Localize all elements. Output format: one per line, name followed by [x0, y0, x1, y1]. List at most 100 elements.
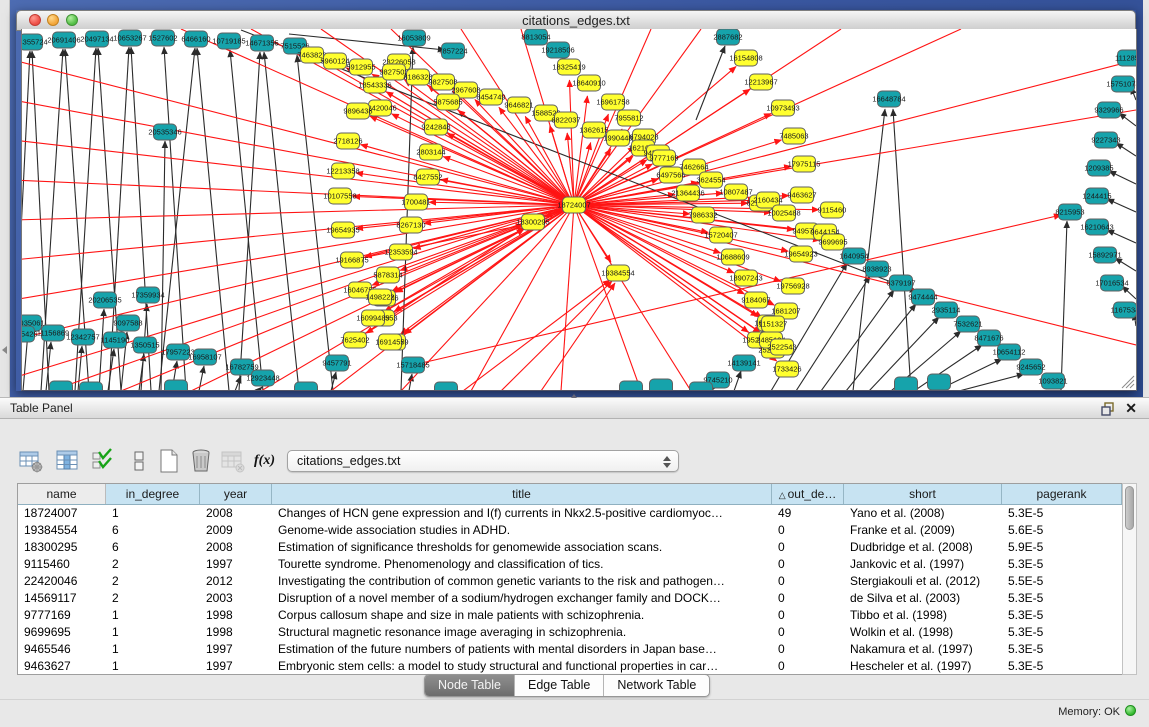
table-cell[interactable]: 6: [106, 539, 200, 556]
delete-column-icon[interactable]: [188, 448, 214, 474]
table-cell[interactable]: 2: [106, 556, 200, 573]
table-cell[interactable]: 5.9E-5: [1002, 539, 1122, 556]
table-cell[interactable]: 5.3E-5: [1002, 505, 1122, 522]
column-header-name[interactable]: name: [18, 484, 106, 504]
network-node[interactable]: 16648784: [872, 91, 905, 107]
table-cell[interactable]: 0: [772, 573, 844, 590]
network-canvas[interactable]: 2435572420691406204971341065326715276026…: [21, 29, 1137, 391]
network-edge[interactable]: [22, 205, 574, 220]
network-node[interactable]: 16210643: [1080, 219, 1113, 235]
table-cell[interactable]: Changes of HCN gene expression and I(f) …: [272, 505, 772, 522]
network-node[interactable]: 10719185: [212, 33, 245, 49]
table-cell[interactable]: 2: [106, 573, 200, 590]
network-node[interactable]: 2935114: [932, 302, 961, 318]
network-edge[interactable]: [1116, 143, 1136, 156]
network-node[interactable]: 7857224: [438, 43, 467, 59]
network-node[interactable]: 1093821: [1038, 373, 1067, 389]
network-node[interactable]: 12213967: [744, 74, 777, 90]
network-node[interactable]: 9227343: [1091, 132, 1120, 148]
network-node[interactable]: 7532621: [953, 316, 982, 332]
network-node[interactable]: 7625402: [340, 332, 369, 348]
table-cell[interactable]: 0: [772, 539, 844, 556]
network-edge[interactable]: [574, 205, 641, 390]
table-row[interactable]: 1872400712008Changes of HCN gene express…: [18, 505, 1122, 522]
network-edge[interactable]: [574, 205, 691, 390]
network-node[interactable]: 6822037: [551, 112, 580, 128]
table-cell[interactable]: 9115460: [18, 556, 106, 573]
network-node[interactable]: 9463627: [787, 187, 816, 203]
network-edge[interactable]: [541, 283, 615, 390]
table-cell[interactable]: Hescheler et al. (1997): [844, 658, 1002, 675]
network-node[interactable]: 18640910: [572, 75, 605, 91]
network-edge[interactable]: [796, 276, 870, 390]
tab-edge-table[interactable]: Edge Table: [515, 675, 604, 696]
table-cell[interactable]: 5.3E-5: [1002, 556, 1122, 573]
network-node[interactable]: 14139141: [727, 355, 760, 371]
table-cell[interactable]: 1998: [200, 624, 272, 641]
network-node[interactable]: 19654923: [784, 246, 817, 262]
network-edge[interactable]: [235, 376, 241, 390]
network-node[interactable]: [928, 374, 951, 390]
table-cell[interactable]: 9465546: [18, 641, 106, 658]
table-cell[interactable]: 0: [772, 522, 844, 539]
memory-status-indicator[interactable]: [1125, 705, 1136, 716]
network-node[interactable]: 1640954: [839, 248, 868, 264]
node-table[interactable]: namein_degreeyeartitle△out_de…shortpager…: [17, 483, 1123, 675]
table-cell[interactable]: 2: [106, 590, 200, 607]
network-node[interactable]: 19218506: [541, 42, 574, 58]
table-cell[interactable]: 5.3E-5: [1002, 641, 1122, 658]
network-node[interactable]: 3624554: [696, 172, 725, 188]
network-node[interactable]: 12353594: [384, 244, 417, 260]
network-node[interactable]: 9457791: [322, 355, 351, 371]
table-cell[interactable]: 1997: [200, 658, 272, 675]
panel-collapse-arrow-icon[interactable]: [2, 346, 7, 354]
network-node[interactable]: [620, 381, 643, 390]
network-node[interactable]: 19756928: [776, 278, 809, 294]
column-header-title[interactable]: title: [272, 484, 772, 504]
table-cell[interactable]: 5.6E-5: [1002, 522, 1122, 539]
network-node[interactable]: 17016534: [1095, 275, 1128, 291]
network-node[interactable]: 6466160: [181, 31, 210, 47]
network-node[interactable]: 17359934: [131, 287, 164, 303]
network-edge[interactable]: [1122, 286, 1136, 299]
table-cell[interactable]: 5.3E-5: [1002, 607, 1122, 624]
table-row[interactable]: 977716911998Corpus callosum shape and si…: [18, 607, 1122, 624]
network-node[interactable]: 1151327: [759, 316, 788, 332]
network-edge[interactable]: [501, 281, 612, 390]
table-cell[interactable]: Dudbridge et al. (2008): [844, 539, 1002, 556]
network-node[interactable]: 8215953: [1055, 204, 1084, 220]
table-cell[interactable]: 2012: [200, 573, 272, 590]
table-scrollbar-thumb[interactable]: [1125, 486, 1134, 530]
network-node[interactable]: 15720407: [704, 227, 737, 243]
table-scrollbar[interactable]: [1122, 483, 1137, 675]
network-node[interactable]: 9242848: [421, 119, 450, 135]
column-header-out-de-[interactable]: △out_de…: [772, 484, 844, 504]
table-cell[interactable]: 49: [772, 505, 844, 522]
table-cell[interactable]: 9777169: [18, 607, 106, 624]
select-columns-icon[interactable]: [90, 448, 116, 474]
table-cell[interactable]: 19384554: [18, 522, 106, 539]
network-node[interactable]: [295, 382, 318, 390]
table-cell[interactable]: 9699695: [18, 624, 106, 641]
table-cell[interactable]: Corpus callosum shape and size in male p…: [272, 607, 772, 624]
table-cell[interactable]: 1: [106, 658, 200, 675]
table-row[interactable]: 1830029562008Estimation of significance …: [18, 539, 1122, 556]
network-edge[interactable]: [264, 52, 299, 390]
table-cell[interactable]: Investigating the contribution of common…: [272, 573, 772, 590]
table-cell[interactable]: 5.5E-5: [1002, 573, 1122, 590]
network-node[interactable]: 9115460: [818, 202, 847, 218]
network-node[interactable]: 9896438: [343, 103, 372, 119]
table-cell[interactable]: 1: [106, 624, 200, 641]
citation-network-graph[interactable]: 2435572420691406204971341065326715276026…: [22, 29, 1136, 390]
network-edge[interactable]: [463, 280, 610, 390]
table-cell[interactable]: 2009: [200, 522, 272, 539]
table-cell[interactable]: 1998: [200, 607, 272, 624]
table-cell[interactable]: 14569117: [18, 590, 106, 607]
table-cell[interactable]: 0: [772, 624, 844, 641]
network-node[interactable]: 5875685: [433, 94, 462, 110]
table-cell[interactable]: Nakamura et al. (1997): [844, 641, 1002, 658]
float-panel-icon[interactable]: [1101, 402, 1115, 416]
network-node[interactable]: 10688609: [716, 249, 749, 265]
network-node[interactable]: 1244415: [1082, 188, 1111, 204]
network-node[interactable]: 7485063: [779, 128, 808, 144]
